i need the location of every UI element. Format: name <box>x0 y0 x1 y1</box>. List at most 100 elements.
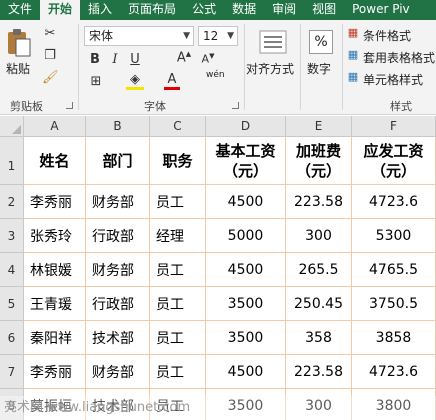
tab-home[interactable]: 开始 <box>40 0 81 20</box>
separator <box>244 24 245 110</box>
column-header-e[interactable]: E <box>286 116 352 137</box>
cell-base-salary[interactable]: 3500 <box>206 287 286 321</box>
header-cell-name[interactable]: 姓名 <box>24 137 86 185</box>
percent-icon: % <box>309 30 333 54</box>
row-header-4[interactable]: 4 <box>0 253 24 287</box>
tab-file[interactable]: 文件 <box>0 0 40 20</box>
column-header-f[interactable]: F <box>352 116 436 137</box>
cell-name[interactable]: 秦阳祥 <box>24 321 86 355</box>
cell-gross-pay[interactable]: 4723.6 <box>352 355 436 389</box>
chevron-down-icon: ▼ <box>183 31 190 41</box>
font-size-select[interactable]: 12 ▼ <box>198 26 238 46</box>
row-header-6[interactable]: 6 <box>0 321 24 355</box>
cell-base-salary[interactable]: 5000 <box>206 219 286 253</box>
cell-position[interactable]: 员工 <box>150 355 206 389</box>
cut-icon[interactable]: ✂ <box>42 26 58 41</box>
cell-overtime[interactable]: 358 <box>286 321 352 355</box>
cell-name[interactable]: 王青瑗 <box>24 287 86 321</box>
row-header-7[interactable]: 7 <box>0 355 24 389</box>
bold-icon[interactable]: B <box>88 52 102 67</box>
cell-gross-pay[interactable]: 5300 <box>352 219 436 253</box>
tab-power-pivot[interactable]: Power Piv <box>344 0 418 20</box>
decrease-font-icon[interactable]: A▼ <box>200 52 216 66</box>
borders-icon[interactable]: ⊞ <box>88 74 104 89</box>
increase-font-icon[interactable]: A▲ <box>176 50 192 65</box>
cell-gross-pay[interactable]: 4765.5 <box>352 253 436 287</box>
tab-view[interactable]: 视图 <box>304 0 344 20</box>
font-dialog-launcher[interactable] <box>232 102 239 109</box>
format-painter-icon[interactable]: 🖌 <box>42 70 59 85</box>
cell-name[interactable]: 林银媛 <box>24 253 86 287</box>
header-cell-base-salary[interactable]: 基本工资 （元） <box>206 137 286 185</box>
tab-insert[interactable]: 插入 <box>80 0 120 20</box>
cell-overtime[interactable]: 265.5 <box>286 253 352 287</box>
font-color-icon[interactable]: A <box>164 72 180 90</box>
row-header-5[interactable]: 5 <box>0 287 24 321</box>
cell-department[interactable]: 行政部 <box>86 219 150 253</box>
format-as-table-button[interactable]: ▦ 套用表格格式 <box>346 48 436 66</box>
header-cell-position[interactable]: 职务 <box>150 137 206 185</box>
font-name-select[interactable]: 宋体 ▼ <box>84 26 194 46</box>
select-all-button[interactable] <box>0 116 24 137</box>
conditional-formatting-icon: ▦ <box>347 26 359 39</box>
cell-position[interactable]: 员工 <box>150 321 206 355</box>
alignment-label: 对齐方式 <box>246 62 295 76</box>
fill-color-icon[interactable]: ◈ <box>126 72 144 90</box>
cell-base-salary[interactable]: 4500 <box>206 185 286 219</box>
worksheet-grid: A B C D E F 1 2 3 4 5 6 7 8 姓名 部门 职务 基本工资 （元） 加班费 （元） 应发工资 … <box>0 116 436 420</box>
cell-department[interactable]: 技术部 <box>86 321 150 355</box>
row-header-3[interactable]: 3 <box>0 219 24 253</box>
cell-position[interactable]: 员工 <box>150 253 206 287</box>
cell-department[interactable]: 行政部 <box>86 287 150 321</box>
cell-overtime[interactable]: 300 <box>286 219 352 253</box>
alignment-button[interactable]: 对齐方式 <box>246 26 296 86</box>
conditional-formatting-label: 条件格式 <box>363 29 412 43</box>
row-header-2[interactable]: 2 <box>0 185 24 219</box>
phonetic-guide-icon[interactable]: wén <box>206 70 225 80</box>
cell-position[interactable]: 经理 <box>150 219 206 253</box>
cell-base-salary[interactable]: 4500 <box>206 355 286 389</box>
cell-name[interactable]: 李秀丽 <box>24 185 86 219</box>
cell-name[interactable]: 李秀丽 <box>24 355 86 389</box>
tab-data[interactable]: 数据 <box>224 0 264 20</box>
cell-base-salary[interactable]: 3500 <box>206 321 286 355</box>
cell-position[interactable]: 员工 <box>150 287 206 321</box>
cell-department[interactable]: 财务部 <box>86 355 150 389</box>
header-cell-gross-pay[interactable]: 应发工资 （元） <box>352 137 436 185</box>
cell-styles-button[interactable]: ▦ 单元格样式 <box>346 70 436 88</box>
cell-styles-icon: ▦ <box>347 70 359 83</box>
tab-review[interactable]: 审阅 <box>264 0 304 20</box>
conditional-formatting-button[interactable]: ▦ 条件格式 <box>346 26 436 44</box>
cell-department[interactable]: 财务部 <box>86 253 150 287</box>
header-cell-department[interactable]: 部门 <box>86 137 150 185</box>
cell-overtime[interactable]: 223.58 <box>286 185 352 219</box>
number-label: 数字 <box>307 62 332 76</box>
cell-name[interactable]: 张秀玲 <box>24 219 86 253</box>
underline-icon[interactable]: U <box>128 52 142 67</box>
column-header-a[interactable]: A <box>24 116 86 137</box>
copy-icon[interactable]: ❐ <box>42 48 58 63</box>
italic-icon[interactable]: I <box>108 52 122 67</box>
tab-page-layout[interactable]: 页面布局 <box>120 0 184 20</box>
row-header-1[interactable]: 1 <box>0 137 24 185</box>
cell-base-salary[interactable]: 4500 <box>206 253 286 287</box>
column-header-d[interactable]: D <box>206 116 286 137</box>
header-cell-overtime[interactable]: 加班费 （元） <box>286 137 352 185</box>
cell-position[interactable]: 员工 <box>150 185 206 219</box>
table-icon: ▦ <box>347 48 359 61</box>
tab-formulas[interactable]: 公式 <box>184 0 224 20</box>
watermark: 亮术网 www.liangshunet.com <box>0 396 436 420</box>
ribbon-tab-bar: 文件 开始 插入 页面布局 公式 数据 审阅 视图 Power Piv <box>0 0 436 20</box>
cell-department[interactable]: 财务部 <box>86 185 150 219</box>
paste-button[interactable]: 粘贴 <box>4 26 34 76</box>
number-button[interactable]: % 数字 <box>304 26 338 86</box>
column-header-b[interactable]: B <box>86 116 150 137</box>
cell-overtime[interactable]: 250.45 <box>286 287 352 321</box>
cell-gross-pay[interactable]: 3750.5 <box>352 287 436 321</box>
cell-overtime[interactable]: 223.58 <box>286 355 352 389</box>
cell-gross-pay[interactable]: 3858 <box>352 321 436 355</box>
cell-gross-pay[interactable]: 4723.6 <box>352 185 436 219</box>
clipboard-dialog-launcher[interactable] <box>66 102 73 109</box>
column-header-c[interactable]: C <box>150 116 206 137</box>
separator <box>342 24 343 110</box>
